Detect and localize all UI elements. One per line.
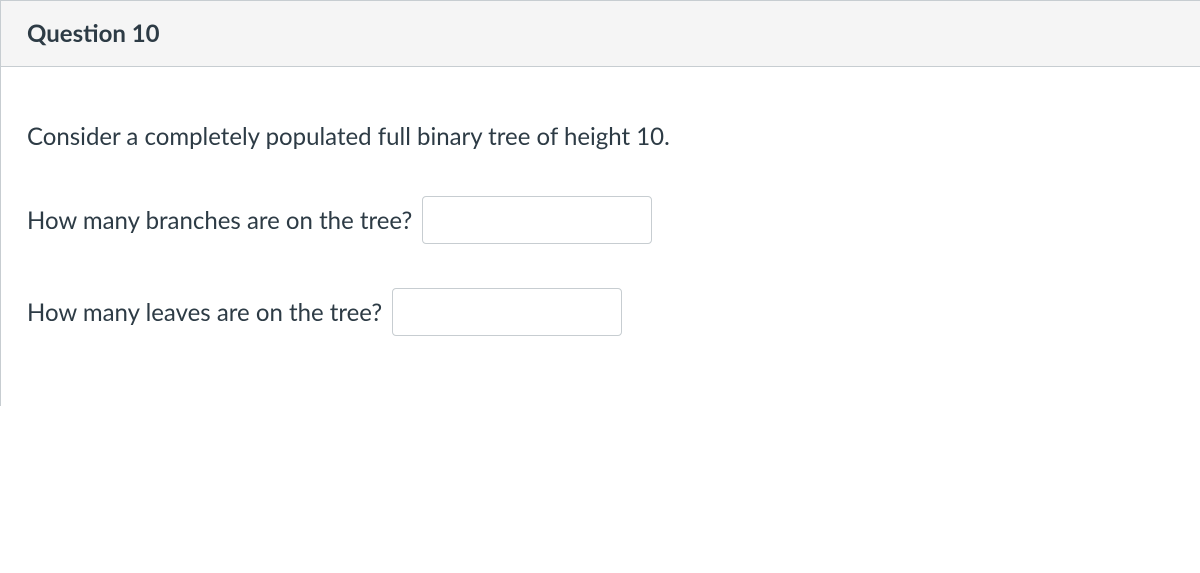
question-title: Question 10 [27,19,1174,48]
branches-label: How many branches are on the tree? [27,205,412,236]
question-prompt: Consider a completely populated full bin… [27,121,1174,152]
question-body: Consider a completely populated full bin… [1,67,1200,406]
branches-input[interactable] [422,196,652,244]
leaves-row: How many leaves are on the tree? [27,288,1174,336]
question-header: Question 10 [1,1,1200,67]
question-container: Question 10 Consider a completely popula… [0,0,1200,406]
branches-row: How many branches are on the tree? [27,196,1174,244]
leaves-input[interactable] [392,288,622,336]
leaves-label: How many leaves are on the tree? [27,297,382,328]
